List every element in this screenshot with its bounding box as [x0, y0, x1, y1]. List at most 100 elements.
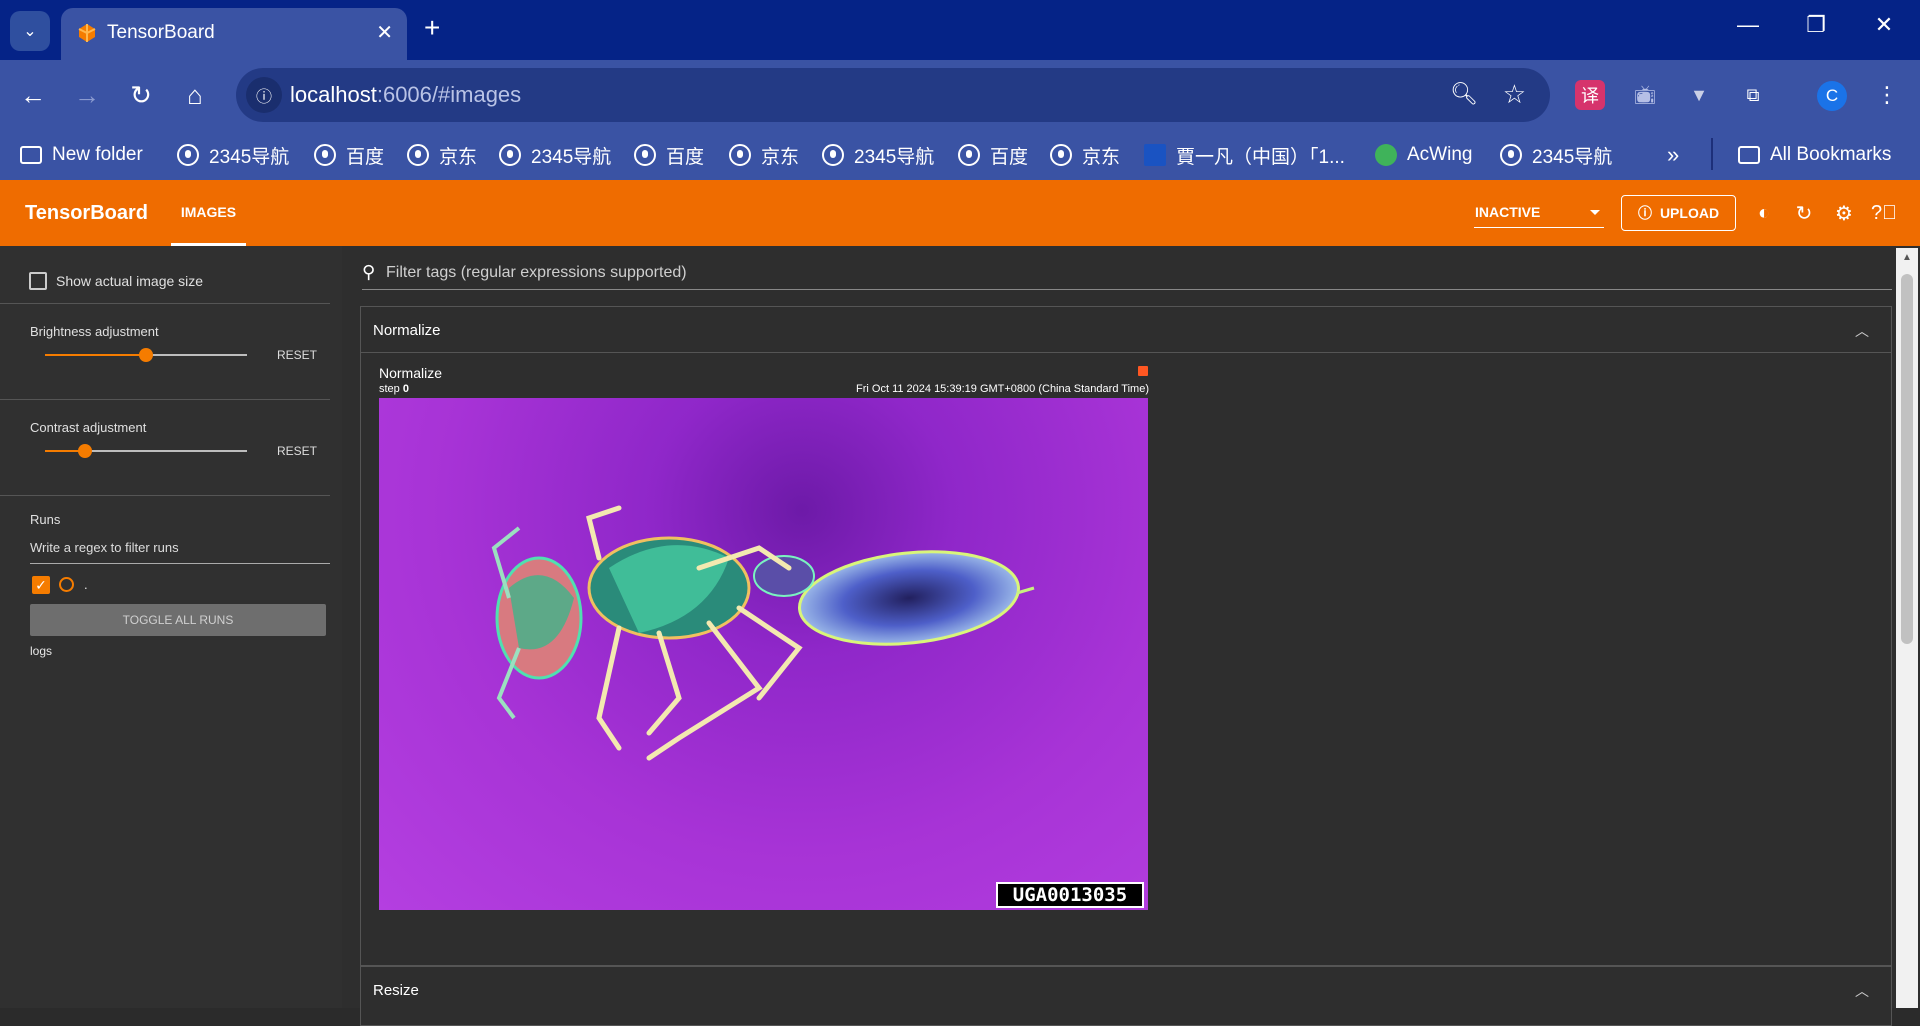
tensorboard-brand[interactable]: TensorBoard: [25, 202, 148, 225]
all-bookmarks-button[interactable]: All Bookmarks: [1738, 142, 1891, 168]
globe-icon: [1500, 144, 1522, 166]
extensions-puzzle-icon[interactable]: ⧉: [1738, 80, 1768, 110]
theme-toggle-icon[interactable]: ◐: [1752, 201, 1776, 225]
brightness-slider[interactable]: [45, 348, 247, 362]
chevron-up-icon[interactable]: ︿: [1855, 321, 1869, 341]
bookmark-label: 2345导航: [531, 146, 612, 168]
specimen-id-label: UGA0013035: [996, 882, 1144, 908]
scrollbar-thumb[interactable]: [1901, 274, 1913, 644]
url-text[interactable]: localhost:6006/#images: [290, 82, 521, 108]
run-name: .: [84, 577, 88, 592]
bookmark-item[interactable]: 百度: [958, 142, 1028, 168]
v-extension-icon[interactable]: ▼: [1684, 80, 1714, 110]
reload-data-icon[interactable]: ↻: [1792, 201, 1816, 225]
bookmark-label: 京东: [761, 146, 800, 168]
contrast-slider[interactable]: [45, 444, 247, 458]
site-info-icon[interactable]: ⓘ: [246, 77, 282, 113]
show-actual-size-checkbox[interactable]: [29, 272, 47, 290]
close-window-icon[interactable]: ✕: [1864, 12, 1904, 38]
globe-icon: [822, 144, 844, 166]
tag-group-header[interactable]: Normalize ︿: [361, 307, 1891, 352]
plugin-select-value: INACTIVE: [1475, 204, 1541, 220]
bookmark-label: 百度: [666, 146, 705, 168]
main-scrollbar[interactable]: ▲: [1896, 248, 1918, 1008]
tag-group-resize: Resize ︿: [360, 966, 1892, 1026]
runs-filter-placeholder: Write a regex to filter runs: [30, 540, 179, 555]
home-icon[interactable]: ⌂: [178, 78, 212, 112]
forward-icon[interactable]: →: [70, 78, 104, 112]
restore-icon[interactable]: ❐: [1796, 12, 1836, 38]
help-icon[interactable]: ?⃝: [1871, 201, 1897, 225]
dropdown-caret-icon: [1590, 210, 1600, 215]
slider-thumb[interactable]: [139, 348, 153, 362]
bookmark-label: 2345导航: [854, 146, 935, 168]
bookmarks-overflow-icon[interactable]: »: [1667, 142, 1679, 168]
back-icon[interactable]: ←: [16, 78, 50, 112]
contrast-reset-button[interactable]: RESET: [277, 444, 317, 458]
bookmark-label: New folder: [52, 144, 143, 165]
globe-icon: [958, 144, 980, 166]
bookmark-item[interactable]: 賈一凡（中国）「1...: [1144, 142, 1345, 168]
plugin-select[interactable]: INACTIVE: [1474, 198, 1604, 228]
bookmark-item[interactable]: 京东: [1050, 142, 1120, 168]
bookmark-item[interactable]: 京东: [729, 142, 799, 168]
bookmark-label: 2345导航: [1532, 146, 1613, 168]
card-flag-icon[interactable]: [1138, 366, 1148, 376]
profile-avatar[interactable]: C: [1817, 81, 1847, 111]
tag-group-header[interactable]: Resize ︿: [361, 967, 1891, 1012]
new-tab-icon[interactable]: +: [424, 14, 440, 42]
tag-filter-placeholder: Filter tags (regular expressions support…: [386, 264, 687, 281]
toggle-all-runs-button[interactable]: TOGGLE ALL RUNS: [30, 604, 326, 636]
bookmark-item[interactable]: 百度: [634, 142, 704, 168]
runs-filter-input[interactable]: Write a regex to filter runs: [30, 536, 330, 564]
bookmark-item[interactable]: AcWing: [1375, 142, 1472, 168]
translate-extension-icon[interactable]: 译: [1575, 80, 1605, 110]
bookmark-label: 京东: [439, 146, 478, 168]
chevron-down-icon: ⌄: [23, 23, 37, 40]
bookmark-item[interactable]: 2345导航: [499, 142, 611, 168]
contrast-label: Contrast adjustment: [30, 420, 147, 435]
card-timestamp: Fri Oct 11 2024 15:39:19 GMT+0800 (China…: [856, 383, 1149, 395]
settings-gear-icon[interactable]: ⚙: [1832, 201, 1856, 225]
image-card: Normalize step 0 Fri Oct 11 2024 15:39:1…: [379, 365, 1149, 915]
tag-filter-input[interactable]: ⚲ Filter tags (regular expressions suppo…: [362, 256, 1892, 290]
card-step: step 0: [379, 383, 409, 395]
chevron-up-icon[interactable]: ︿: [1855, 981, 1869, 1001]
logs-label: logs: [30, 644, 53, 658]
bookmark-item[interactable]: 京东: [407, 142, 477, 168]
upload-button[interactable]: ⓘ UPLOAD: [1621, 195, 1736, 231]
tv-extension-icon[interactable]: 📺︎: [1630, 80, 1660, 110]
run-checkbox[interactable]: ✓: [32, 576, 50, 594]
bookmark-label: 百度: [990, 146, 1029, 168]
bookmark-item[interactable]: 2345导航: [177, 142, 289, 168]
bookmark-item[interactable]: 2345导航: [822, 142, 934, 168]
tab-strip: ⌄ TensorBoard ✕ + — ❐ ✕: [0, 0, 1920, 60]
main-content: ⚲ Filter tags (regular expressions suppo…: [342, 246, 1920, 1026]
browser-tab[interactable]: TensorBoard ✕: [61, 8, 407, 60]
tensorboard-favicon-icon: [78, 24, 96, 42]
image-preview[interactable]: UGA0013035: [379, 398, 1148, 910]
tab-search-button[interactable]: ⌄: [10, 11, 50, 51]
minimize-icon[interactable]: —: [1728, 12, 1768, 38]
address-bar[interactable]: ⓘ localhost:6006/#images 🔍︎ ☆: [236, 68, 1550, 122]
slider-thumb[interactable]: [78, 444, 93, 458]
more-menu-icon[interactable]: ⋮: [1872, 80, 1902, 110]
folder-icon: [20, 146, 42, 164]
tensorboard-header: TensorBoard IMAGES INACTIVE ⓘ UPLOAD ◐ ↻…: [0, 180, 1920, 246]
scroll-up-arrow-icon[interactable]: ▲: [1902, 252, 1912, 263]
bookmarks-separator: [1711, 138, 1713, 170]
brightness-reset-button[interactable]: RESET: [277, 348, 317, 362]
tab-title: TensorBoard: [107, 22, 215, 43]
tab-images[interactable]: IMAGES: [171, 180, 246, 246]
show-actual-size-label: Show actual image size: [56, 273, 204, 289]
run-color-icon[interactable]: [59, 577, 74, 592]
bookmark-item[interactable]: New folder: [20, 142, 143, 168]
bookmark-item[interactable]: 百度: [314, 142, 384, 168]
bookmark-item[interactable]: 2345导航: [1500, 142, 1612, 168]
zoom-icon[interactable]: 🔍︎: [1450, 81, 1478, 107]
globe-icon: [1050, 144, 1072, 166]
bookmark-star-icon[interactable]: ☆: [1503, 79, 1526, 110]
close-tab-icon[interactable]: ✕: [376, 20, 393, 45]
reload-icon[interactable]: ↻: [124, 78, 158, 112]
browser-toolbar: ← → ↻ ⌂ ⓘ localhost:6006/#images 🔍︎ ☆ 译 …: [0, 60, 1920, 130]
